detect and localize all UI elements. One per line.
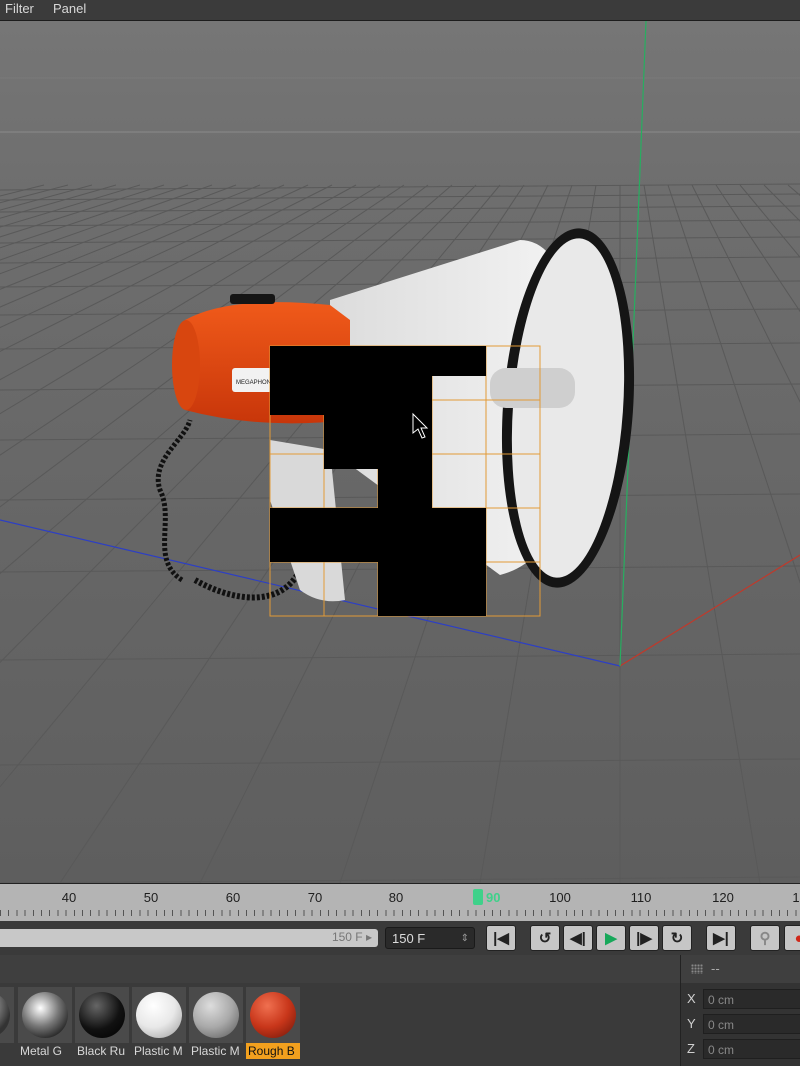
tick-label: 50 bbox=[143, 890, 159, 905]
tick-label: 40 bbox=[61, 890, 77, 905]
material-swatch[interactable]: Plastic M bbox=[132, 987, 186, 1059]
material-manager: Metal G Black Ru Plastic M Plastic M Rou… bbox=[0, 983, 680, 1066]
current-frame-label: 90 bbox=[486, 890, 501, 905]
record-icon: ● bbox=[794, 929, 800, 947]
axis-label: Z bbox=[687, 1041, 695, 1056]
go-to-end-icon: ▶| bbox=[713, 930, 729, 947]
preview-range-slider[interactable]: 150 F ▸ bbox=[0, 929, 378, 947]
axis-label: Y bbox=[687, 1016, 696, 1031]
material-thumbnail bbox=[18, 987, 72, 1043]
material-swatch[interactable]: Metal G bbox=[18, 987, 72, 1059]
playhead-handle[interactable] bbox=[473, 889, 483, 905]
menu-panel[interactable]: Panel bbox=[53, 1, 86, 16]
material-name: Rough B bbox=[246, 1043, 300, 1059]
material-swatch-selected[interactable]: Rough B bbox=[246, 987, 300, 1059]
spinner-icon[interactable]: ⇕ bbox=[461, 928, 469, 950]
step-forward-button[interactable]: |▶ bbox=[629, 925, 659, 951]
material-thumbnail bbox=[75, 987, 129, 1043]
y-position-field[interactable]: 0 cm bbox=[703, 1014, 800, 1034]
material-name: Plastic M bbox=[189, 1043, 243, 1059]
tick-label: 120 bbox=[712, 890, 734, 905]
material-swatch[interactable] bbox=[0, 987, 14, 1059]
material-name: Black Ru bbox=[75, 1043, 129, 1059]
material-thumbnail bbox=[0, 987, 14, 1043]
tick-label: 1 bbox=[792, 890, 800, 905]
loop-back-icon: ↺ bbox=[538, 930, 552, 947]
3d-viewport[interactable]: MEGAPHONE bbox=[0, 21, 800, 883]
tick-label: 110 bbox=[630, 890, 652, 905]
go-to-start-icon: |◀ bbox=[493, 930, 509, 947]
megaphone-label: MEGAPHONE bbox=[236, 380, 275, 386]
go-to-start-button[interactable]: |◀ bbox=[486, 925, 516, 951]
coordinates-panel: -- X 0 cm Y 0 cm Z 0 cm bbox=[680, 955, 800, 1066]
keyframe-button[interactable]: ⚲ bbox=[750, 925, 780, 951]
z-position-field[interactable]: 0 cm bbox=[703, 1039, 800, 1059]
material-thumbnail bbox=[189, 987, 243, 1043]
step-back-icon: ◀| bbox=[570, 930, 586, 947]
coordinates-title: -- bbox=[711, 961, 720, 976]
axis-label: X bbox=[687, 991, 696, 1006]
material-swatch[interactable]: Plastic M bbox=[189, 987, 243, 1059]
material-thumbnail bbox=[132, 987, 186, 1043]
play-icon: ▶ bbox=[605, 930, 617, 947]
key-icon: ⚲ bbox=[759, 930, 771, 947]
x-position-field[interactable]: 0 cm bbox=[703, 989, 800, 1009]
transport-bar: 150 F ▸ 150 F ⇕ |◀ ↺ ◀| ▶ |▶ ↻ ▶| ⚲ ● bbox=[0, 921, 800, 955]
material-manager-header bbox=[0, 955, 680, 984]
step-forward-icon: |▶ bbox=[636, 930, 652, 947]
range-end-label: 150 F ▸ bbox=[331, 930, 372, 944]
record-button[interactable]: ● bbox=[784, 925, 800, 951]
material-name: Plastic M bbox=[132, 1043, 186, 1059]
tick-label: 100 bbox=[549, 890, 571, 905]
menu-filter[interactable]: Filter bbox=[5, 1, 34, 16]
tick-label: 80 bbox=[388, 890, 404, 905]
tick-label: 60 bbox=[225, 890, 241, 905]
coord-row-z: Z 0 cm bbox=[681, 1038, 800, 1060]
material-name: Metal G bbox=[18, 1043, 72, 1059]
ruler-ticks bbox=[0, 910, 800, 916]
timeline-ruler[interactable]: 40 50 60 70 80 100 110 120 1 90 bbox=[0, 883, 800, 923]
material-swatch[interactable]: Black Ru bbox=[75, 987, 129, 1059]
grip-icon[interactable] bbox=[691, 964, 703, 974]
menu-bar: Filter Panel bbox=[0, 0, 800, 21]
previous-key-button[interactable]: ↺ bbox=[530, 925, 560, 951]
coord-row-x: X 0 cm bbox=[681, 988, 800, 1010]
play-button[interactable]: ▶ bbox=[596, 925, 626, 951]
coord-row-y: Y 0 cm bbox=[681, 1013, 800, 1035]
end-frame-value: 150 F bbox=[392, 931, 426, 946]
tick-label: 70 bbox=[307, 890, 323, 905]
end-frame-field[interactable]: 150 F ⇕ bbox=[385, 927, 475, 949]
go-to-end-button[interactable]: ▶| bbox=[706, 925, 736, 951]
material-thumbnail bbox=[246, 987, 300, 1043]
loop-forward-icon: ↻ bbox=[670, 930, 684, 947]
viewport-scene: MEGAPHONE bbox=[0, 21, 800, 883]
step-back-button[interactable]: ◀| bbox=[563, 925, 593, 951]
coordinates-header: -- bbox=[681, 955, 800, 983]
next-key-button[interactable]: ↻ bbox=[662, 925, 692, 951]
